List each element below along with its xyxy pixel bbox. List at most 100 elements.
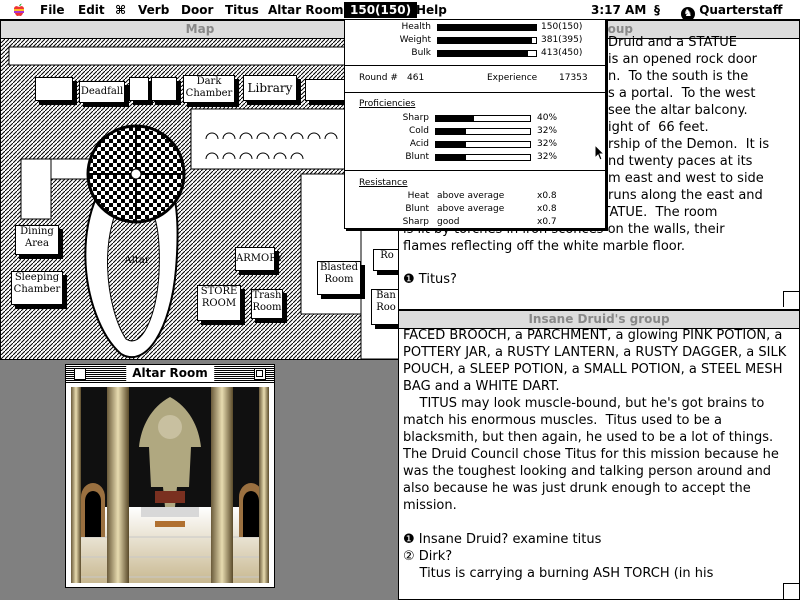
map-room-deadfall[interactable]: Deadfall xyxy=(79,81,125,103)
prof-acid-label: Acid xyxy=(409,139,429,149)
status-dropdown: Health 150(150) Weight 381(395) Bulk 413… xyxy=(344,19,606,229)
prompt-bullet-icon: ❶ xyxy=(403,532,415,547)
res-heat-mult: x0.8 xyxy=(537,191,557,201)
menu-clock: 3:17 AM xyxy=(591,3,647,17)
resistance-heading: Resistance xyxy=(359,178,408,188)
menu-file[interactable]: File xyxy=(34,2,71,18)
menu-status[interactable]: 150(150) xyxy=(344,2,418,18)
prompt-bullet-icon: ② xyxy=(403,549,415,564)
quarterstaff-menu[interactable]: ♞ Quarterstaff xyxy=(675,2,788,21)
altar-room-picture xyxy=(71,387,269,583)
prof-blunt-label: Blunt xyxy=(405,152,429,162)
weight-label: Weight xyxy=(399,35,431,45)
separator xyxy=(345,65,605,66)
map-room-blasted-room[interactable]: Blasted Room xyxy=(317,261,361,295)
menu-edit[interactable]: Edit xyxy=(72,2,111,18)
map-room-store-room[interactable]: STORE ROOM xyxy=(197,285,241,321)
zoom-box-icon[interactable] xyxy=(254,368,266,380)
resize-box-icon[interactable] xyxy=(783,291,799,307)
res-sharp-level: good xyxy=(437,217,460,227)
close-box-icon[interactable] xyxy=(74,368,86,380)
res-blunt-level: above average xyxy=(437,204,505,214)
prof-sharp-value: 40% xyxy=(537,113,558,123)
script-icon[interactable]: § xyxy=(648,2,666,18)
map-room-armory[interactable]: ARMORY xyxy=(235,247,283,271)
bulk-label: Bulk xyxy=(411,48,431,58)
bulk-value: 413(450) xyxy=(541,48,583,58)
resize-box-icon[interactable] xyxy=(783,583,799,599)
round-value: 461 xyxy=(407,73,425,83)
prof-cold-value: 32% xyxy=(537,126,558,136)
prof-cold-label: Cold xyxy=(408,126,429,136)
character-icon: ♞ xyxy=(681,7,695,21)
map-room-library[interactable]: Library xyxy=(243,75,297,101)
map-titlebar[interactable]: Map xyxy=(1,21,399,39)
menu-command[interactable]: ⌘ xyxy=(109,2,132,18)
altar-room-window: Altar Room xyxy=(65,364,275,588)
round-label: Round # xyxy=(359,73,398,83)
map-window: Map Deadfall Dark Chamber Library Dining… xyxy=(0,20,400,360)
prompt-bullet-icon: ❶ xyxy=(403,272,415,287)
command-prompt[interactable]: ② Dirk? xyxy=(403,548,795,565)
res-heat-label: Heat xyxy=(407,191,429,201)
mouse-cursor-icon xyxy=(594,144,606,161)
map-room-altar[interactable]: Altar xyxy=(121,255,153,271)
map-room-dining-area[interactable]: Dining Area xyxy=(15,225,59,255)
transcript-paragraph: FACED BROOCH, a PARCHMENT, a glowing PIN… xyxy=(403,328,791,394)
map-room-small-2[interactable] xyxy=(151,77,177,101)
map-room-entry[interactable] xyxy=(35,77,73,101)
map-title: Map xyxy=(179,21,221,38)
map-room-trash-room[interactable]: Trash Room xyxy=(251,289,283,319)
prof-sharp-label: Sharp xyxy=(402,113,429,123)
health-value: 150(150) xyxy=(541,22,583,32)
prof-sharp-bar xyxy=(435,115,531,122)
desc-line: flames reflecting off the white marble f… xyxy=(403,239,686,254)
res-heat-level: above average xyxy=(437,191,505,201)
druid-window-title: Insane Druid's group xyxy=(522,311,676,328)
proficiencies-heading: Proficiencies xyxy=(359,99,416,109)
menu-bar: File Edit ⌘ Verb Door Titus Altar Room 1… xyxy=(0,0,800,21)
map-room-sleeping-chamber[interactable]: Sleeping Chamber xyxy=(11,271,63,305)
experience-label: Experience xyxy=(487,73,538,83)
map-room-dark-chamber[interactable]: Dark Chamber xyxy=(183,75,235,103)
map-view[interactable]: Deadfall Dark Chamber Library Dining Are… xyxy=(1,39,399,359)
prompt-text: Titus? xyxy=(418,272,457,287)
map-room-small-1[interactable] xyxy=(129,77,149,101)
menu-titus[interactable]: Titus xyxy=(219,2,265,18)
command-prompt[interactable]: ❶ Insane Druid? examine titus xyxy=(403,531,795,548)
prof-blunt-value: 32% xyxy=(537,152,558,162)
res-sharp-label: Sharp xyxy=(402,217,429,227)
weight-bar xyxy=(437,37,537,44)
bulk-bar xyxy=(437,50,537,57)
druid-text-window: Insane Druid's group FACED BROOCH, a PAR… xyxy=(398,310,800,600)
character-name: Quarterstaff xyxy=(699,3,783,17)
prof-acid-bar xyxy=(435,141,531,148)
altar-room-title: Altar Room xyxy=(126,365,214,382)
health-bar xyxy=(437,24,537,31)
menu-altar-room[interactable]: Altar Room xyxy=(262,2,350,18)
menu-door[interactable]: Door xyxy=(175,2,219,18)
altar-room-titlebar[interactable]: Altar Room xyxy=(66,365,274,383)
prof-acid-value: 32% xyxy=(537,139,558,149)
weight-value: 381(395) xyxy=(541,35,583,45)
map-room-ro[interactable]: Ro xyxy=(373,249,399,271)
res-sharp-mult: x0.7 xyxy=(537,217,557,227)
menu-help[interactable]: Help xyxy=(410,2,453,18)
separator xyxy=(345,170,605,171)
res-blunt-label: Blunt xyxy=(405,204,429,214)
menu-verb[interactable]: Verb xyxy=(132,2,175,18)
map-room-ban[interactable]: Ban Roo xyxy=(371,289,399,325)
druid-transcript[interactable]: FACED BROOCH, a PARCHMENT, a glowing PIN… xyxy=(399,327,799,599)
prompt-text: Dirk? xyxy=(418,549,453,564)
res-blunt-mult: x0.8 xyxy=(537,204,557,214)
transcript-paragraph: Titus is carrying a burning ASH TORCH (i… xyxy=(403,566,714,581)
apple-menu-icon[interactable] xyxy=(12,3,26,17)
separator xyxy=(345,92,605,93)
command-prompt[interactable]: ❶ Titus? xyxy=(403,271,795,288)
prof-cold-bar xyxy=(435,128,531,135)
experience-value: 17353 xyxy=(559,73,588,83)
health-label: Health xyxy=(401,22,431,32)
prof-blunt-bar xyxy=(435,154,531,161)
prompt-text: Insane Druid? examine titus xyxy=(418,532,602,547)
transcript-paragraph: TITUS may look muscle-bound, but he's go… xyxy=(403,396,784,513)
